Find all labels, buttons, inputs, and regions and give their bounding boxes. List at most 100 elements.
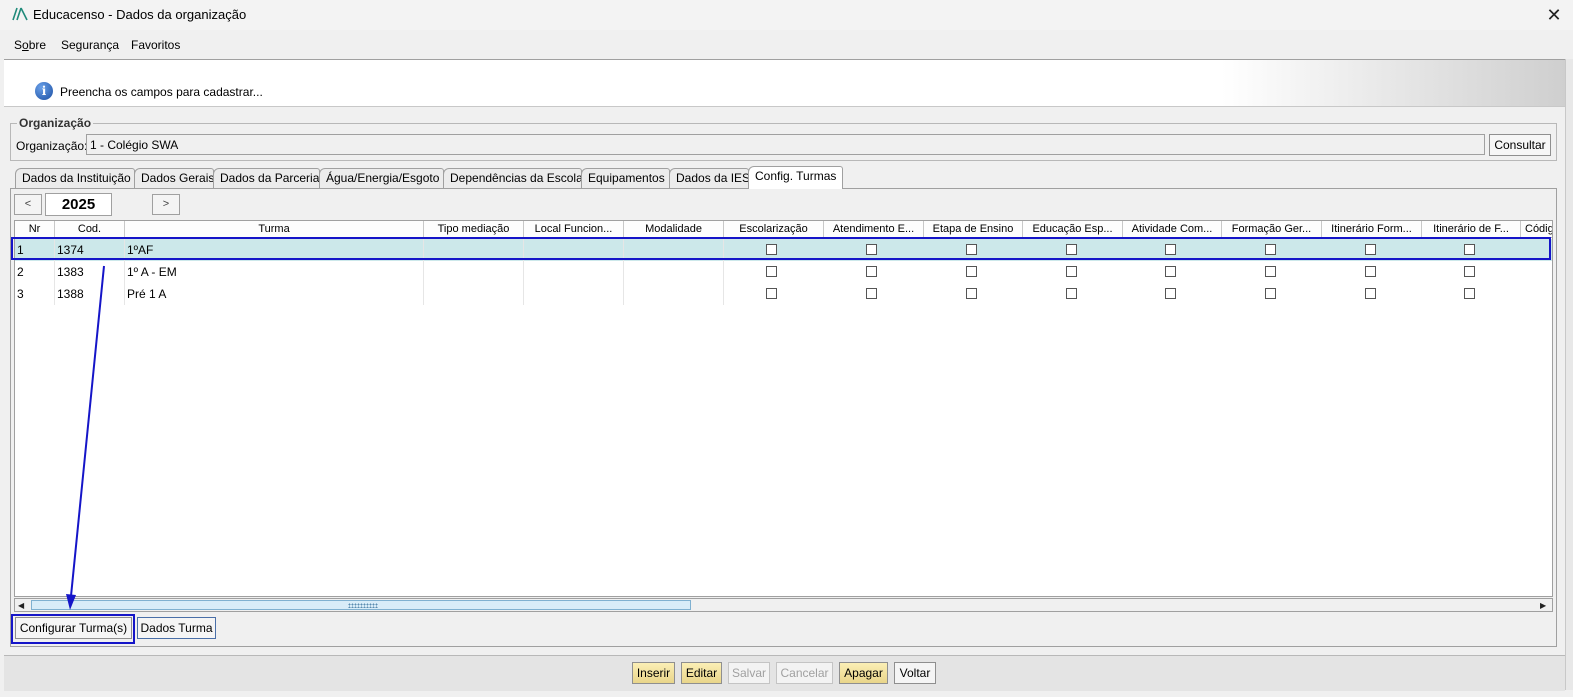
cell-turma: Pré 1 A: [125, 283, 424, 305]
checkbox-itinerario-formativo[interactable]: [1365, 288, 1376, 299]
tab-equipamentos[interactable]: Equipamentos: [581, 168, 670, 188]
checkbox-atendimento[interactable]: [866, 266, 877, 277]
apagar-button[interactable]: Apagar: [839, 662, 888, 684]
turmas-table: Nr Cod. Turma Tipo mediação Local Funcio…: [14, 220, 1553, 597]
tab-dados-instituicao[interactable]: Dados da Instituição: [15, 168, 135, 188]
organization-legend: Organização: [17, 116, 94, 130]
menu-seguranca[interactable]: Segurança: [61, 38, 119, 52]
cell-nr: 2: [15, 261, 55, 283]
info-message: Preencha os campos para cadastrar...: [60, 85, 263, 99]
column-header-modalidade[interactable]: Modalidade: [624, 221, 724, 238]
checkbox-etapa-ensino[interactable]: [966, 266, 977, 277]
salvar-button[interactable]: Salvar: [728, 662, 770, 684]
column-header-formacao-geral[interactable]: Formação Ger...: [1222, 221, 1322, 238]
editar-button[interactable]: Editar: [681, 662, 722, 684]
window-title: Educacenso - Dados da organização: [33, 7, 247, 22]
tab-agua-energia-esgoto[interactable]: Água/Energia/Esgoto: [319, 168, 444, 188]
cell-turma: 1º A - EM: [125, 261, 424, 283]
cell-cod: 1374: [55, 239, 125, 261]
checkbox-atendimento[interactable]: [866, 288, 877, 299]
checkbox-escolarizacao[interactable]: [766, 288, 777, 299]
app-logo-icon: [12, 7, 28, 21]
consultar-button[interactable]: Consultar: [1489, 134, 1551, 156]
column-header-local-funcionamento[interactable]: Local Funcion...: [524, 221, 624, 238]
cell-turma: 1ºAF: [125, 239, 424, 261]
checkbox-etapa-ensino[interactable]: [966, 244, 977, 255]
cell-nr: 1: [15, 239, 55, 261]
next-year-button[interactable]: >: [152, 194, 180, 215]
cell-nr: 3: [15, 283, 55, 305]
checkbox-educacao-especial[interactable]: [1066, 266, 1077, 277]
checkbox-atividade-complementar[interactable]: [1165, 244, 1176, 255]
column-header-tipo-mediacao[interactable]: Tipo mediação: [424, 221, 524, 238]
info-icon: i: [35, 82, 53, 100]
cell-tipo-mediacao: [424, 261, 524, 283]
cell-cod: 1383: [55, 261, 125, 283]
cell-local-funcionamento: [524, 283, 624, 305]
close-icon[interactable]: ✕: [1535, 0, 1573, 30]
column-header-atividade-complementar[interactable]: Atividade Com...: [1123, 221, 1222, 238]
cell-modalidade: [624, 283, 724, 305]
previous-year-button[interactable]: <: [14, 194, 42, 215]
voltar-button[interactable]: Voltar: [894, 662, 936, 684]
checkbox-etapa-ensino[interactable]: [966, 288, 977, 299]
scroll-left-icon[interactable]: ◀: [18, 601, 24, 610]
table-row[interactable]: 1 1374 1ºAF: [15, 239, 1552, 261]
window-edge: [1565, 59, 1573, 690]
checkbox-educacao-especial[interactable]: [1066, 288, 1077, 299]
dados-turma-button[interactable]: Dados Turma: [137, 617, 216, 639]
checkbox-escolarizacao[interactable]: [766, 244, 777, 255]
inserir-button[interactable]: Inserir: [632, 662, 675, 684]
column-header-turma[interactable]: Turma: [125, 221, 424, 238]
checkbox-atendimento[interactable]: [866, 244, 877, 255]
checkbox-formacao-geral[interactable]: [1265, 288, 1276, 299]
cell-modalidade: [624, 261, 724, 283]
cell-local-funcionamento: [524, 239, 624, 261]
tab-dados-parceria[interactable]: Dados da Parceria: [213, 168, 320, 188]
horizontal-scrollbar[interactable]: ◀ ▶: [14, 598, 1553, 612]
checkbox-itinerario-formativo[interactable]: [1365, 244, 1376, 255]
scroll-right-icon[interactable]: ▶: [1540, 601, 1546, 610]
organization-field[interactable]: 1 - Colégio SWA: [86, 134, 1485, 155]
checkbox-escolarizacao[interactable]: [766, 266, 777, 277]
column-header-cod[interactable]: Cod.: [55, 221, 125, 238]
checkbox-educacao-especial[interactable]: [1066, 244, 1077, 255]
grip-icon: [348, 603, 378, 608]
cell-cod: 1388: [55, 283, 125, 305]
table-row[interactable]: 2 1383 1º A - EM: [15, 261, 1552, 283]
tab-config-turmas[interactable]: Config. Turmas: [748, 166, 843, 189]
cell-tipo-mediacao: [424, 283, 524, 305]
column-header-etapa-ensino[interactable]: Etapa de Ensino: [924, 221, 1023, 238]
cancelar-button[interactable]: Cancelar: [776, 662, 833, 684]
checkbox-itinerario-de-f[interactable]: [1464, 266, 1475, 277]
column-header-atendimento[interactable]: Atendimento E...: [824, 221, 924, 238]
title-bar: Educacenso - Dados da organização ✕: [0, 0, 1573, 30]
checkbox-formacao-geral[interactable]: [1265, 244, 1276, 255]
cell-tipo-mediacao: [424, 239, 524, 261]
checkbox-itinerario-de-f[interactable]: [1464, 288, 1475, 299]
tab-dados-ies[interactable]: Dados da IES: [669, 168, 749, 188]
checkbox-formacao-geral[interactable]: [1265, 266, 1276, 277]
scrollbar-thumb[interactable]: [31, 600, 691, 610]
configurar-turmas-button[interactable]: Configurar Turma(s): [15, 617, 132, 639]
column-header-itinerario-de-f[interactable]: Itinerário de F...: [1422, 221, 1521, 238]
menu-sobre[interactable]: Sobre: [14, 38, 46, 52]
menu-bar: Sobre Segurança Favoritos: [0, 33, 1573, 57]
column-header-escolarizacao[interactable]: Escolarização: [724, 221, 824, 238]
column-header-itinerario-formativo[interactable]: Itinerário Form...: [1322, 221, 1422, 238]
checkbox-atividade-complementar[interactable]: [1165, 266, 1176, 277]
menu-favoritos[interactable]: Favoritos: [131, 38, 180, 52]
cell-local-funcionamento: [524, 261, 624, 283]
table-row[interactable]: 3 1388 Pré 1 A: [15, 283, 1552, 305]
checkbox-atividade-complementar[interactable]: [1165, 288, 1176, 299]
tab-dependencias-escola[interactable]: Dependências da Escola: [443, 168, 582, 188]
column-header-nr[interactable]: Nr: [15, 221, 55, 238]
checkbox-itinerario-formativo[interactable]: [1365, 266, 1376, 277]
organization-label: Organização:: [16, 139, 88, 153]
info-panel: i Preencha os campos para cadastrar...: [4, 59, 1565, 107]
tab-dados-gerais[interactable]: Dados Gerais: [134, 168, 214, 188]
column-header-educacao-especial[interactable]: Educação Esp...: [1023, 221, 1123, 238]
year-display: 2025: [45, 193, 112, 216]
checkbox-itinerario-de-f[interactable]: [1464, 244, 1475, 255]
column-header-codigo[interactable]: Códig: [1521, 221, 1552, 238]
